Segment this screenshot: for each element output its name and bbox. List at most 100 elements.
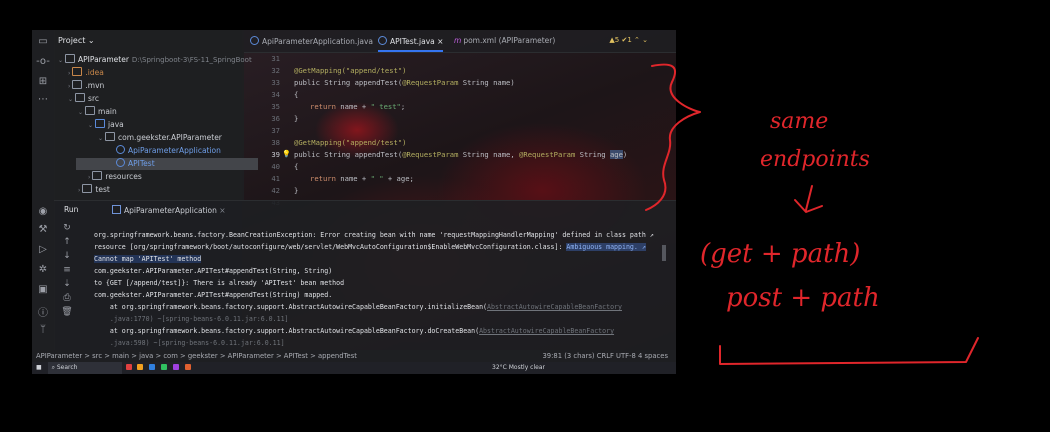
tree-item-apitest[interactable]: APITest	[76, 158, 258, 170]
terminal-icon[interactable]: ▣	[32, 284, 54, 295]
folder-icon	[72, 67, 83, 76]
code-line-34: {	[294, 90, 299, 99]
run-panel-title: Run	[64, 205, 79, 214]
line-number: 34	[271, 90, 280, 99]
run-config-icon	[112, 205, 121, 214]
intention-bulb-icon[interactable]: 💡	[282, 150, 291, 158]
handwriting-line1: same	[770, 109, 828, 134]
package-icon	[105, 132, 116, 141]
tree-item-src[interactable]: ⌄ src	[68, 93, 99, 105]
more-icon[interactable]: ⋯	[32, 94, 54, 105]
folder-icon	[65, 54, 76, 63]
line-number: 38	[271, 138, 280, 147]
status-right-info[interactable]: 39:81 (3 chars) CRLF UTF-8 4 spaces	[542, 350, 668, 362]
left-tool-strip: ▭ -o- ⊞ ⋯ ◉ ⚒ ▷ ✲ ▣ ⓘ ᛘ	[32, 30, 55, 360]
soft-wrap-icon[interactable]: ≡	[58, 265, 76, 279]
project-panel-header[interactable]: Project ⌄	[58, 36, 95, 45]
code-editor[interactable]: 31 32 33 34 35 36 37 38 39 40 41 42 43 @…	[244, 52, 676, 207]
tab-pom[interactable]: m pom.xml (APIParameter)	[454, 36, 555, 45]
trash-icon[interactable]: 🗑	[58, 307, 76, 321]
windows-icon[interactable]: ■	[36, 364, 42, 371]
tree-item-root[interactable]: ⌄ APIParameter D:\Springboot-3\FS-11_Sprin…	[58, 54, 252, 66]
print-icon[interactable]: ⎙	[58, 293, 76, 307]
code-line-36: }	[294, 114, 299, 123]
structure-icon[interactable]: ⊞	[32, 76, 54, 87]
folder-icon	[85, 106, 96, 115]
tree-item-idea[interactable]: › .idea	[68, 67, 104, 79]
folder-icon	[92, 171, 103, 180]
class-icon	[378, 36, 387, 45]
tree-item-mvn[interactable]: › .mvn	[68, 80, 104, 92]
code-line-42: }	[294, 186, 299, 195]
line-number: 41	[271, 174, 280, 183]
app-icon[interactable]	[161, 364, 168, 370]
line-number: 39	[271, 150, 280, 159]
down-arrow-icon[interactable]: ↓	[58, 251, 76, 265]
folder-icon	[82, 184, 93, 193]
tab-apitest[interactable]: APITest.java ×	[378, 36, 444, 52]
tab-apiparameterapplication[interactable]: ApiParameterApplication.java	[250, 36, 373, 46]
console-scrollbar[interactable]	[662, 245, 666, 261]
code-line-39: public String appendTest(@RequestParam S…	[294, 150, 628, 159]
handwriting-line2: endpoints	[760, 147, 870, 172]
line-number: 36	[271, 114, 280, 123]
rerun-icon[interactable]: ↻	[58, 223, 76, 237]
tree-item-resources[interactable]: › resources	[88, 171, 142, 183]
line-number: 42	[271, 186, 280, 195]
line-number: 40	[271, 162, 280, 171]
app-icon[interactable]	[125, 364, 132, 370]
stacktrace-link[interactable]: AbstractAutowireCapableBeanFactory	[487, 303, 622, 311]
inspection-widget[interactable]: ▲5 ✔1 ⌃ ⌄	[609, 36, 648, 44]
tree-item-apiparameterapplication[interactable]: ApiParameterApplication	[116, 145, 221, 157]
console-line: .java:1770) ~[spring-beans-6.0.11.jar:6.…	[94, 315, 289, 323]
tree-item-java[interactable]: ⌄ java	[88, 119, 124, 131]
console-line: to {GET [/append/test]}: There is alread…	[94, 279, 345, 287]
line-number: 32	[271, 66, 280, 75]
console-line: at org.springframework.beans.factory.sup…	[94, 327, 615, 335]
app-icon[interactable]	[173, 364, 180, 370]
console-line: .java:598) ~[spring-beans-6.0.11.jar:6.0…	[94, 339, 285, 347]
console-line: Cannot map 'APITest' method	[94, 255, 202, 263]
class-icon	[116, 145, 125, 154]
app-icon[interactable]	[149, 364, 156, 370]
code-line-35: return name + " test";	[310, 102, 406, 111]
problems-icon[interactable]: ⓘ	[32, 304, 54, 319]
code-line-40: {	[294, 162, 299, 171]
taskbar-search[interactable]: ⌕ Search	[47, 362, 122, 374]
commit-icon[interactable]: -o-	[32, 56, 54, 67]
code-line-32: @GetMapping("append/test")	[294, 66, 407, 75]
handwriting-line3: (get + path)	[700, 239, 860, 269]
run-icon[interactable]: ▷	[32, 244, 54, 255]
os-taskbar: ■ ⌕ Search 32°C Mostly clear	[32, 362, 676, 374]
line-number: 37	[271, 126, 280, 135]
git-icon[interactable]: ᛘ	[32, 324, 54, 335]
line-number: 31	[271, 54, 280, 63]
stacktrace-link[interactable]: AbstractAutowireCapableBeanFactory	[479, 327, 614, 335]
underline-bracket-stroke	[719, 337, 979, 365]
app-icon[interactable]	[137, 364, 144, 370]
build-icon[interactable]: ⚒	[32, 224, 54, 235]
tree-item-test[interactable]: › test	[78, 184, 110, 196]
code-line-41: return name + " " + age;	[310, 174, 414, 183]
app-icon[interactable]	[185, 364, 192, 370]
console-line: at org.springframework.beans.factory.sup…	[94, 303, 622, 311]
scroll-end-icon[interactable]: ⇣	[58, 279, 76, 293]
editor-tabs: ApiParameterApplication.java APITest.jav…	[244, 30, 676, 53]
weather-widget[interactable]: 32°C Mostly clear	[492, 362, 545, 374]
run-tab-apiparameterapplication[interactable]: ApiParameterApplication ×	[112, 205, 226, 215]
close-icon[interactable]: ×	[437, 37, 443, 46]
services-icon[interactable]: ◉	[32, 206, 54, 217]
project-tool-icon[interactable]: ▭	[32, 36, 54, 47]
folder-icon	[75, 93, 86, 102]
ide-window: ▭ -o- ⊞ ⋯ ◉ ⚒ ▷ ✲ ▣ ⓘ ᛘ Project ⌄ ⌄ APIPa…	[32, 30, 676, 374]
tree-item-package[interactable]: ⌄ com.geekster.APIParameter	[98, 132, 222, 144]
arrow-stroke	[794, 185, 823, 213]
breadcrumb[interactable]: APIParameter > src > main > java > com >…	[36, 352, 357, 360]
debug-icon[interactable]: ✲	[32, 264, 54, 275]
tree-item-main[interactable]: ⌄ main	[78, 106, 117, 118]
console-line: com.geekster.APIParameter.APITest#append…	[94, 291, 333, 299]
close-icon[interactable]: ×	[219, 206, 225, 215]
line-number: 35	[271, 102, 280, 111]
console-line: com.geekster.APIParameter.APITest#append…	[94, 267, 333, 275]
up-arrow-icon[interactable]: ↑	[58, 237, 76, 251]
